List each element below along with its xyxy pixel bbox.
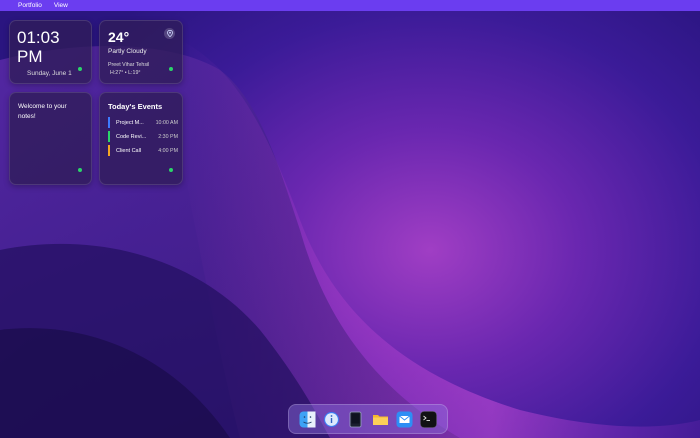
status-dot [169, 67, 173, 71]
event-time: 4:00 PM [158, 147, 178, 154]
event-item[interactable]: Code Revi... 2:30 PM [108, 131, 178, 142]
menu-bar: Portfolio View [0, 0, 700, 11]
dock [288, 404, 448, 434]
mail-icon[interactable] [396, 411, 413, 428]
location-pin-icon[interactable] [164, 28, 175, 39]
events-title: Today's Events [108, 102, 163, 111]
weather-widget[interactable]: 24° Partly Cloudy Preet Vihar Tehsil H:2… [99, 20, 183, 84]
desktop: Portfolio View 01:03 PM Sunday, June 1 2… [0, 0, 700, 438]
status-dot [169, 168, 173, 172]
event-item[interactable]: Project M... 10:00 AM [108, 117, 178, 128]
folder-icon[interactable] [372, 411, 389, 428]
event-item[interactable]: Client Call 4:00 PM [108, 145, 178, 156]
menu-item-view[interactable]: View [54, 0, 68, 11]
event-time: 10:00 AM [155, 119, 178, 126]
weather-condition: Partly Cloudy [108, 48, 147, 55]
clock-widget[interactable]: 01:03 PM Sunday, June 1 [9, 20, 92, 84]
weather-location: Preet Vihar Tehsil [108, 62, 150, 68]
weather-temperature: 24° [108, 29, 130, 45]
event-title: Code Revi... [116, 133, 147, 140]
finder-icon[interactable] [299, 411, 316, 428]
events-widget[interactable]: Today's Events Project M... 10:00 AM Cod… [99, 92, 183, 185]
weather-hilo: H:27° • L:19° [110, 70, 141, 76]
book-icon[interactable] [347, 411, 364, 428]
clock-time: 01:03 PM [17, 28, 60, 66]
notes-widget[interactable]: Welcome to your notes! [9, 92, 92, 185]
info-icon[interactable] [323, 411, 340, 428]
status-dot [78, 168, 82, 172]
menu-item-portfolio[interactable]: Portfolio [18, 0, 42, 11]
terminal-icon[interactable] [420, 410, 438, 428]
event-title: Project M... [116, 119, 144, 126]
event-time: 2:30 PM [158, 133, 178, 140]
status-dot [78, 67, 82, 71]
clock-date: Sunday, June 1 [27, 70, 72, 77]
note-text[interactable]: Welcome to your notes! [18, 102, 83, 122]
event-title: Client Call [116, 147, 142, 154]
